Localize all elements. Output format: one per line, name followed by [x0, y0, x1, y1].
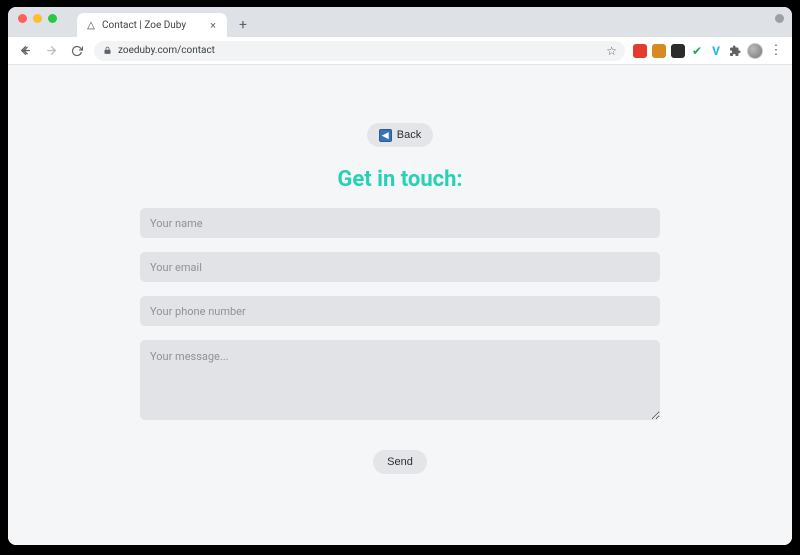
extension-icon[interactable] [633, 44, 647, 58]
close-tab-button[interactable]: × [207, 19, 219, 31]
url-text: zoeduby.com/contact [118, 45, 600, 56]
contact-page: ◀ Back Get in touch: Send [140, 123, 660, 545]
extensions-menu-icon[interactable] [728, 44, 742, 58]
browser-menu-button[interactable]: ⋮ [768, 43, 784, 59]
profile-avatar[interactable] [747, 43, 763, 59]
back-button[interactable]: ◀ Back [367, 123, 433, 147]
page-title: Get in touch: [337, 167, 462, 192]
phone-input[interactable] [140, 296, 660, 326]
nav-back-button[interactable] [16, 42, 34, 60]
name-input[interactable] [140, 208, 660, 238]
window-menu-icon[interactable] [775, 14, 784, 23]
browser-tab[interactable]: △ Contact | Zoe Duby × [77, 13, 227, 37]
extension-icon[interactable] [671, 44, 685, 58]
lock-icon [102, 46, 112, 56]
bookmark-star-icon[interactable]: ☆ [606, 44, 617, 58]
browser-toolbar: zoeduby.com/contact ☆ ✔ V ⋮ [8, 37, 792, 65]
page-viewport: ◀ Back Get in touch: Send [8, 65, 792, 545]
close-window-button[interactable] [18, 14, 27, 23]
maximize-window-button[interactable] [48, 14, 57, 23]
arrow-left-icon [19, 44, 32, 57]
reload-icon [71, 45, 83, 57]
back-arrow-icon: ◀ [379, 129, 392, 142]
new-tab-button[interactable]: + [233, 15, 253, 35]
contact-form: Send [140, 208, 660, 494]
tab-title: Contact | Zoe Duby [102, 20, 202, 31]
message-textarea[interactable] [140, 340, 660, 420]
arrow-right-icon [45, 44, 58, 57]
browser-window: △ Contact | Zoe Duby × + [8, 7, 792, 545]
extension-icon[interactable] [652, 44, 666, 58]
email-input[interactable] [140, 252, 660, 282]
nav-forward-button[interactable] [42, 42, 60, 60]
extension-vimeo-icon[interactable]: V [709, 44, 723, 58]
extension-check-icon[interactable]: ✔ [690, 44, 704, 58]
send-button[interactable]: Send [373, 450, 427, 474]
minimize-window-button[interactable] [33, 14, 42, 23]
titlebar: △ Contact | Zoe Duby × + [8, 7, 792, 37]
address-bar[interactable]: zoeduby.com/contact ☆ [94, 41, 625, 61]
window-controls [18, 7, 57, 37]
back-button-label: Back [397, 129, 421, 141]
device-frame: △ Contact | Zoe Duby × + [0, 0, 800, 555]
extensions-row: ✔ V ⋮ [633, 43, 784, 59]
reload-button[interactable] [68, 42, 86, 60]
tab-favicon-icon: △ [85, 19, 97, 31]
